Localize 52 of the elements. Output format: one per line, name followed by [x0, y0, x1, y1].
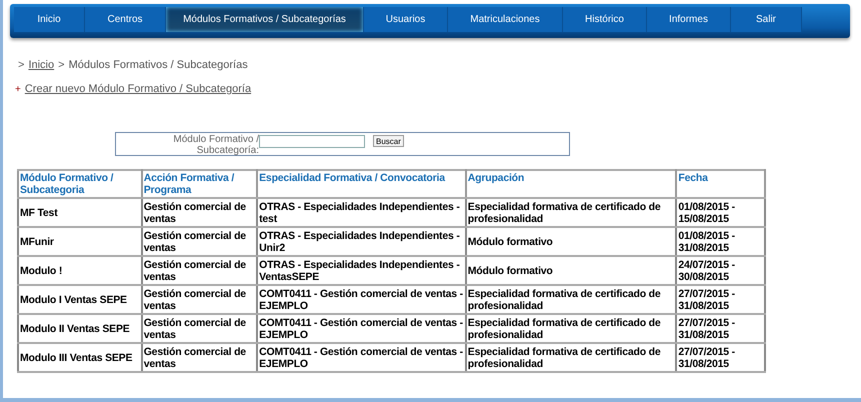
table-cell: 27/07/2015 - 31/08/2015 — [676, 314, 765, 343]
table-cell: Modulo ! — [18, 256, 142, 285]
column-header: Fecha — [676, 170, 765, 198]
nav-tab[interactable]: Inicio — [14, 7, 85, 32]
table-cell: Especialidad formativa de certificado de profesionalidad — [466, 343, 676, 372]
table-cell: COMT0411 - Gestión comercial de ventas - EJEMPLO — [257, 314, 466, 343]
table-cell: Módulo formativo — [466, 256, 676, 285]
table-cell: Especialidad formativa de certificado de profesionalidad — [466, 285, 676, 314]
nav-tab[interactable]: Histórico — [563, 7, 647, 32]
table-cell: Especialidad formativa de certificado de profesionalidad — [466, 198, 676, 227]
table-cell: Gestión comercial de ventas — [142, 314, 258, 343]
table-cell: Gestión comercial de ventas — [142, 256, 258, 285]
nav-tab[interactable]: Módulos Formativos / Subcategorías — [166, 7, 364, 32]
table-cell: Modulo II Ventas SEPE — [18, 314, 142, 343]
table-cell: Gestión comercial de ventas — [142, 198, 258, 227]
table-cell: OTRAS - Especialidades Independientes - test — [257, 198, 466, 227]
nav-tab[interactable]: Centros — [85, 7, 166, 32]
table-cell: MFunir — [18, 227, 142, 256]
table-cell: 27/07/2015 - 31/08/2015 — [676, 343, 765, 372]
column-header: Acción Formativa / Programa — [142, 170, 258, 198]
search-field[interactable] — [259, 135, 365, 148]
table-cell: Módulo formativo — [466, 227, 676, 256]
table-cell: COMT0411 - Gestión comercial de ventas - EJEMPLO — [257, 343, 466, 372]
table-cell: Gestión comercial de ventas — [142, 285, 258, 314]
plus-marker: + — [15, 84, 21, 94]
table-cell: Gestión comercial de ventas — [142, 227, 258, 256]
table-cell: 01/08/2015 - 31/08/2015 — [676, 227, 765, 256]
table-cell: 27/07/2015 - 31/08/2015 — [676, 285, 765, 314]
nav-tab[interactable]: Informes — [647, 7, 731, 32]
table-cell: Modulo I Ventas SEPE — [18, 285, 142, 314]
breadcrumb-link[interactable]: Inicio — [28, 59, 54, 71]
table-cell: Especialidad formativa de certificado de profesionalidad — [466, 314, 676, 343]
nav-tab[interactable]: Usuarios — [364, 7, 448, 32]
table-cell: OTRAS - Especialidades Independientes - Unir2 — [257, 227, 466, 256]
breadcrumb-separator: > — [18, 59, 24, 71]
table-cell: 01/08/2015 - 15/08/2015 — [676, 198, 765, 227]
column-header: Módulo Formativo / Subcategoria — [18, 170, 142, 198]
breadcrumb-current: Módulos Formativos / Subcategorías — [68, 59, 248, 71]
table-cell: 24/07/2015 - 30/08/2015 — [676, 256, 765, 285]
nav-tab[interactable]: Matriculaciones — [448, 7, 563, 32]
column-header: Agrupación — [466, 170, 676, 198]
column-header: Especialidad Formativa / Convocatoria — [257, 170, 466, 198]
search-label: Módulo Formativo / Subcategoría: — [172, 134, 259, 156]
search-button[interactable]: Buscar — [373, 135, 404, 147]
table-cell: OTRAS - Especialidades Independientes - VentasSEPE — [257, 256, 466, 285]
table-cell: MF Test — [18, 198, 142, 227]
table-cell: Gestión comercial de ventas — [142, 343, 258, 372]
table-cell: Modulo III Ventas SEPE — [18, 343, 142, 372]
table-cell: COMT0411 - Gestión comercial de ventas - EJEMPLO — [257, 285, 466, 314]
breadcrumb-separator: > — [58, 59, 65, 71]
nav-tab[interactable]: Salir — [731, 7, 802, 32]
create-link[interactable]: Crear nuevo Módulo Formativo / Subcategoría — [24, 83, 252, 95]
